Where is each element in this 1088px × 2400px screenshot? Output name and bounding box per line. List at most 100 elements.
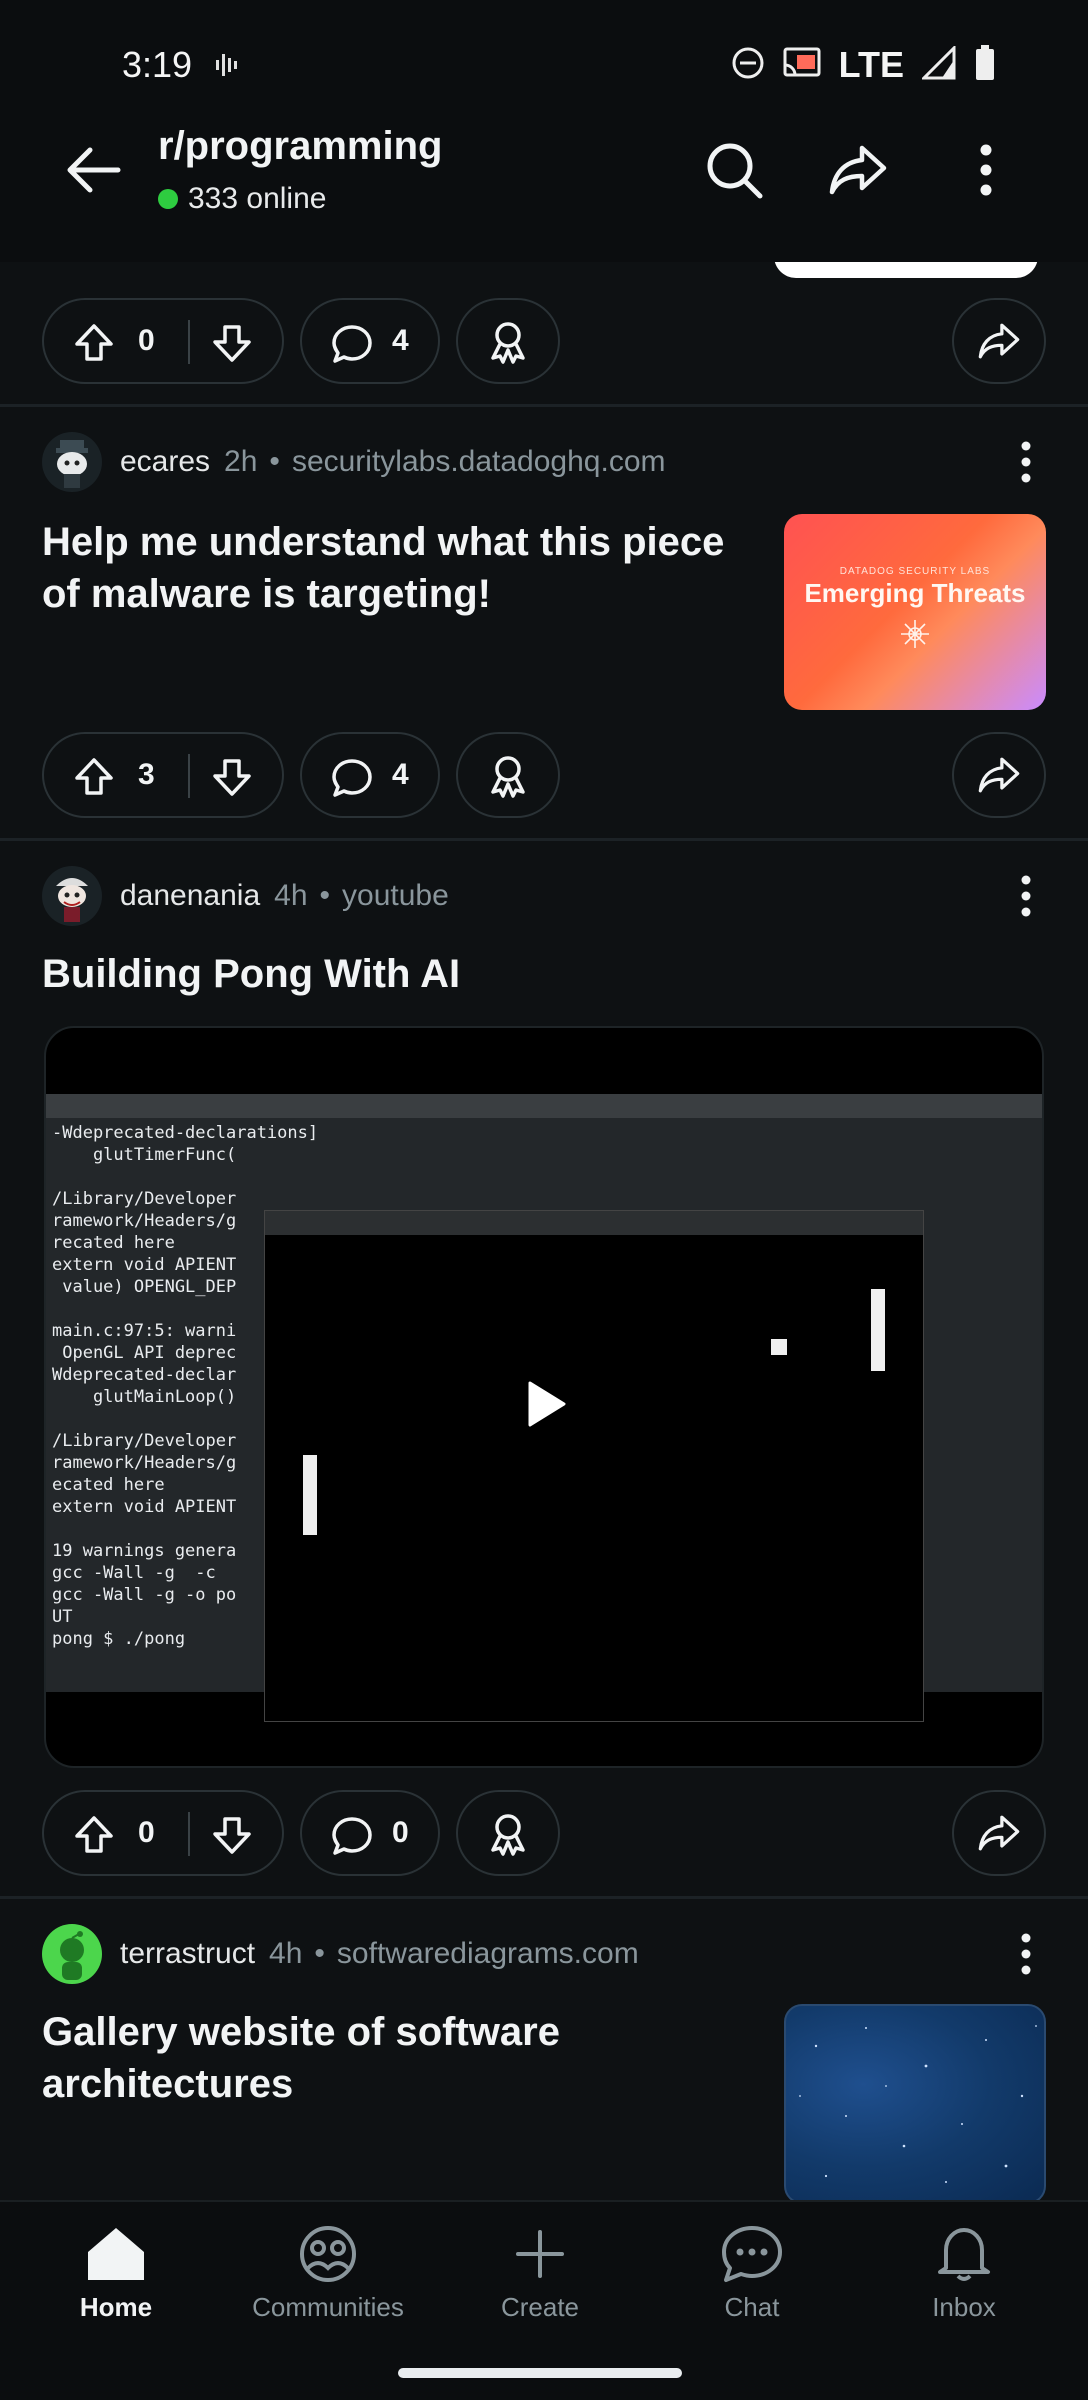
snoo-avatar-icon [60, 1931, 84, 1980]
post-actions: 0 0 [42, 1790, 1046, 1876]
post-age: 2h [224, 445, 258, 478]
award-button[interactable] [456, 298, 560, 384]
communities-icon [300, 2226, 356, 2282]
post-thumbnail-partial[interactable] [774, 262, 1038, 278]
more-vertical-icon [1021, 875, 1031, 917]
post-domain[interactable]: softwarediagrams.com [337, 1937, 639, 1971]
post-title[interactable]: Gallery website of software architecture… [42, 2006, 742, 2110]
upvote-icon[interactable] [72, 1813, 116, 1862]
plus-icon [516, 2230, 564, 2278]
online-dot [158, 189, 178, 209]
back-button[interactable] [58, 134, 130, 206]
award-button[interactable] [456, 732, 560, 818]
post-feed[interactable]: 0 4 ecares 2h • securitylabs.datadoghq.c… [0, 262, 1088, 2200]
comments-button[interactable]: 0 [300, 1790, 440, 1876]
more-vertical-icon [1021, 1933, 1031, 1975]
nav-chat[interactable]: Chat [652, 2224, 852, 2344]
comment-count: 4 [392, 758, 409, 791]
network-type: LTE [838, 44, 904, 85]
award-button[interactable] [456, 1790, 560, 1876]
nav-create[interactable]: Create [440, 2224, 640, 2344]
share-button[interactable] [952, 1790, 1046, 1876]
post-meta: danenania 4h • youtube [42, 864, 449, 928]
post-actions: 3 4 [42, 732, 1046, 818]
post-thumbnail[interactable] [784, 2004, 1046, 2200]
play-button[interactable] [516, 1374, 576, 1434]
gesture-home-indicator[interactable] [398, 2368, 682, 2378]
video-player[interactable]: -Wdeprecated-declarations] glutTimerFunc… [44, 1026, 1044, 1768]
share-icon [829, 145, 887, 195]
signal-icon [920, 43, 956, 85]
search-button[interactable] [698, 134, 770, 206]
post-author[interactable]: terrastruct [120, 1937, 255, 1971]
vote-control: 0 [42, 298, 284, 384]
share-icon [978, 1815, 1020, 1851]
search-icon [707, 143, 763, 199]
nav-communities[interactable]: Communities [228, 2224, 428, 2344]
upvote-icon[interactable] [72, 321, 116, 370]
post-title[interactable]: Help me understand what this piece of ma… [42, 516, 742, 620]
downvote-icon[interactable] [210, 755, 254, 804]
post-author[interactable]: ecares [120, 445, 210, 479]
comments-button[interactable]: 4 [300, 732, 440, 818]
post-domain[interactable]: youtube [342, 879, 449, 913]
play-icon [528, 1381, 566, 1427]
share-button[interactable] [952, 298, 1046, 384]
terminal-line: -Wdeprecated-declarations] [52, 1123, 319, 1143]
vote-count: 0 [138, 1816, 155, 1849]
nav-home[interactable]: Home [16, 2224, 216, 2344]
post-author[interactable]: danenania [120, 879, 260, 913]
post-title[interactable]: Building Pong With AI [42, 948, 942, 1000]
bottom-navigation: Home Communities Create Chat Inbox [0, 2200, 1088, 2400]
post-domain[interactable]: securitylabs.datadoghq.com [292, 445, 666, 479]
post-divider [0, 838, 1088, 841]
post-more-button[interactable] [996, 1922, 1056, 1986]
avatar[interactable] [42, 1924, 102, 1984]
back-arrow-icon [67, 147, 121, 193]
online-count: 333 online [158, 182, 326, 216]
status-time: 3:19 [122, 44, 193, 85]
pong-ball [771, 1339, 787, 1355]
dnd-icon [731, 46, 765, 85]
downvote-icon[interactable] [210, 1813, 254, 1862]
share-subreddit-button[interactable] [822, 134, 894, 206]
battery-icon [974, 44, 996, 86]
post-more-button[interactable] [996, 864, 1056, 928]
post-divider [0, 1896, 1088, 1899]
post-age: 4h [269, 1937, 303, 1970]
nav-inbox[interactable]: Inbox [864, 2224, 1064, 2344]
chat-icon [722, 2226, 782, 2282]
more-vertical-icon [980, 144, 992, 196]
post-divider [0, 404, 1088, 407]
comment-icon [330, 322, 374, 371]
share-icon [978, 323, 1020, 359]
vote-count: 3 [138, 758, 155, 791]
subreddit-name[interactable]: r/programming [158, 124, 442, 169]
more-vertical-icon [1021, 441, 1031, 483]
post-thumbnail[interactable]: DATADOG SECURITY LABS Emerging Threats [784, 514, 1046, 710]
avatar[interactable] [42, 432, 102, 492]
starfield-image [799, 2025, 1037, 2183]
status-bar: 3:19 LTE [0, 0, 1088, 130]
subreddit-header: r/programming 333 online [0, 120, 1088, 260]
overflow-menu-button[interactable] [950, 134, 1022, 206]
upvote-icon[interactable] [72, 755, 116, 804]
terminal-line: glutTimerFunc( [52, 1145, 237, 1165]
comment-icon [330, 1814, 374, 1863]
avatar[interactable] [42, 866, 102, 926]
post-meta: ecares 2h • securitylabs.datadoghq.com [42, 430, 666, 494]
post-more-button[interactable] [996, 430, 1056, 494]
nav-label: Inbox [932, 2292, 996, 2322]
home-icon [88, 2228, 144, 2280]
thumbnail-kicker: DATADOG SECURITY LABS [839, 566, 991, 577]
nav-label: Chat [724, 2292, 780, 2322]
thumbnail-title: Emerging Threats [804, 578, 1026, 608]
downvote-icon[interactable] [210, 321, 254, 370]
share-button[interactable] [952, 732, 1046, 818]
comments-button[interactable]: 4 [300, 298, 440, 384]
threat-glyph-icon [901, 620, 929, 648]
award-icon [491, 1814, 525, 1856]
post-meta: terrastruct 4h • softwarediagrams.com [42, 1922, 639, 1986]
vote-control: 3 [42, 732, 284, 818]
snoo-avatar-icon [56, 878, 88, 922]
